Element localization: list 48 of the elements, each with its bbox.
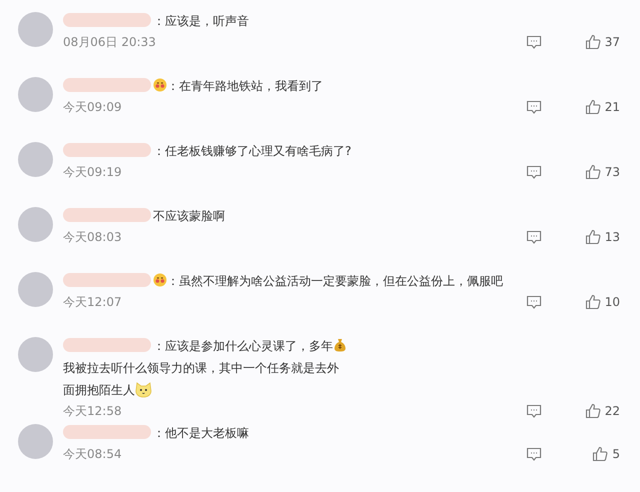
comment-text: 面拥抱陌生人: [63, 383, 135, 397]
thumbs-up-icon[interactable]: [584, 34, 601, 50]
comment-text: ：应该是，听声音: [153, 14, 249, 28]
blushing-face-icon: [153, 273, 167, 287]
comment-icon[interactable]: [526, 164, 542, 180]
comment-time: 08月06日 20:33: [63, 34, 157, 51]
thumbs-up-icon[interactable]: [584, 294, 601, 310]
avatar-image: [18, 142, 53, 177]
comment-icon[interactable]: [526, 404, 542, 418]
thumbs-up-icon[interactable]: [584, 403, 601, 419]
comment-icon[interactable]: [526, 100, 542, 114]
avatar-image: [18, 337, 53, 372]
comment-text: 我被拉去听什么领导力的课，其中一个任务就是去外: [63, 361, 339, 375]
comment-icon[interactable]: [526, 446, 542, 462]
like-count: 10: [604, 294, 620, 311]
comment-time: 今天08:54: [63, 446, 123, 463]
thumbs-up-icon[interactable]: [584, 99, 601, 115]
comment-text: ：他不是大老板嘛: [153, 426, 249, 440]
like-count: 21: [604, 99, 620, 116]
comment-icon[interactable]: [526, 230, 542, 244]
thumbs-up-icon[interactable]: [584, 229, 601, 245]
comment-time: 今天09:09: [63, 99, 123, 116]
comment-time: 今天09:19: [63, 164, 123, 181]
blushing-face-icon: [153, 78, 167, 92]
thumbs-up-icon[interactable]: [584, 164, 601, 180]
avatar-image: [18, 272, 53, 307]
like-count: 37: [604, 34, 620, 51]
like-count: 22: [604, 403, 620, 420]
avatar-image: [18, 77, 53, 112]
comment-text: ：应该是参加什么心灵课了，多年: [153, 339, 333, 353]
comment-time: 今天08:03: [63, 229, 123, 246]
comment-text: ：任老板钱赚够了心理又有啥毛病了?: [153, 144, 352, 158]
comment-icon[interactable]: [526, 294, 542, 310]
comment-time: 今天12:07: [63, 294, 123, 311]
avatar-image: [18, 12, 53, 47]
like-count: 13: [604, 229, 620, 246]
like-count: 73: [604, 164, 620, 181]
comment-text: ：在青年路地铁站，我看到了: [167, 79, 323, 93]
comment-icon[interactable]: [526, 34, 542, 50]
comment-text: ：虽然不理解为啥公益活动一定要蒙脸，但在公益份上，佩服吧: [167, 274, 503, 288]
thumbs-up-icon[interactable]: [592, 446, 608, 462]
cat-face-icon: [135, 381, 152, 398]
comment-time: 今天12:58: [63, 403, 123, 420]
comment-text: 不应该蒙脸啊: [153, 209, 225, 223]
like-count: 5: [612, 446, 620, 463]
money-bag-icon: [333, 338, 347, 352]
avatar-image: [18, 424, 53, 459]
avatar-image: [18, 207, 53, 242]
